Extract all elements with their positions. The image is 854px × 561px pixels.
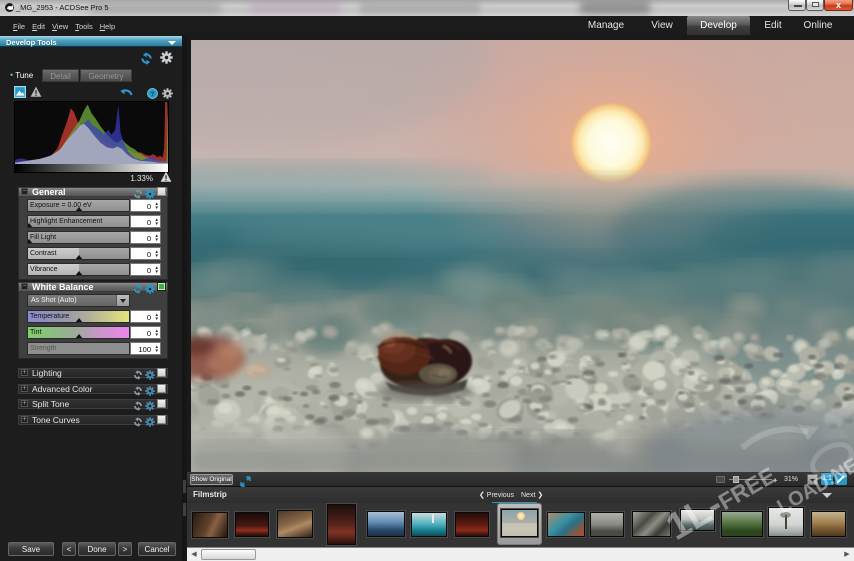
svg-text:?: ? [150,91,154,98]
